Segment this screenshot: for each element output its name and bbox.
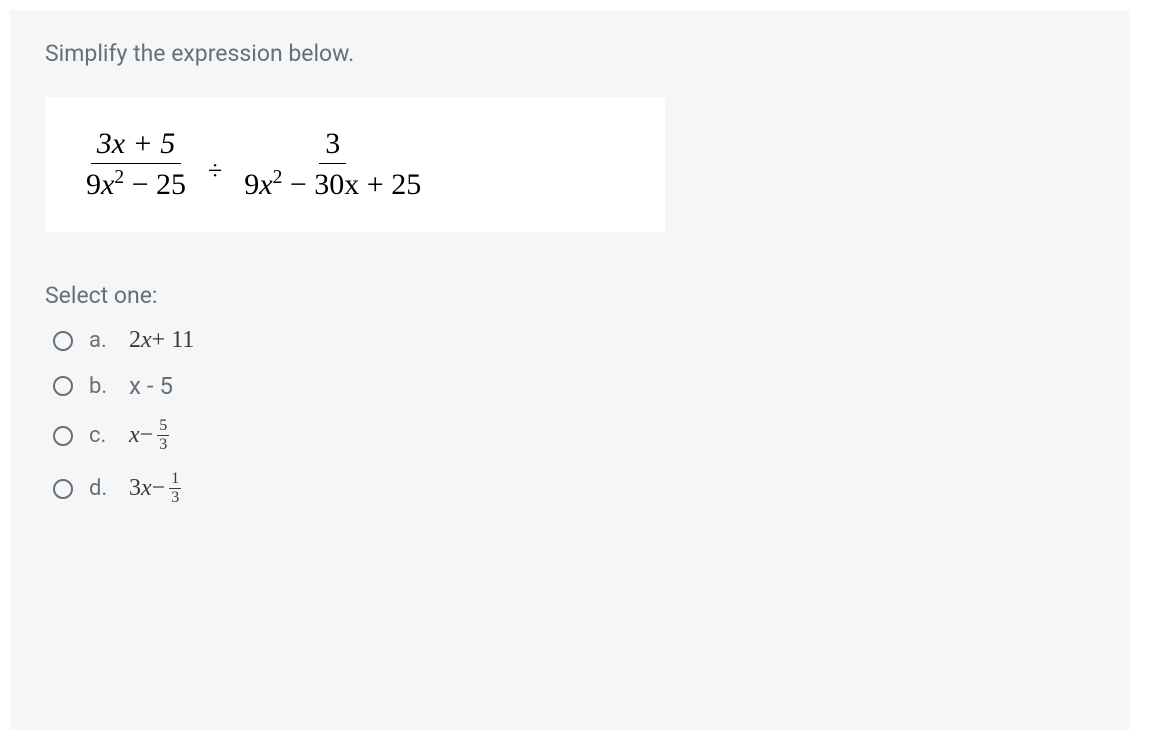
fraction-right-numerator: 3 bbox=[319, 127, 346, 164]
option-a-radio[interactable] bbox=[53, 331, 73, 351]
option-b-letter: b. bbox=[89, 374, 113, 399]
options-list: a. 2x + 11 b. x - 5 c. x − 5 3 d. 3x − bbox=[45, 327, 1095, 506]
math-expression: 3x + 5 9x2 − 25 ÷ 3 9x2 − 30x + 25 bbox=[80, 127, 630, 202]
option-a-content: 2x + 11 bbox=[129, 327, 194, 354]
question-prompt: Simplify the expression below. bbox=[45, 40, 1095, 67]
fraction-right-denominator: 9x2 − 30x + 25 bbox=[238, 164, 427, 202]
option-d[interactable]: d. 3x − 1 3 bbox=[53, 471, 1095, 506]
option-b[interactable]: b. x - 5 bbox=[53, 372, 1095, 400]
option-b-content: x - 5 bbox=[129, 372, 173, 400]
fraction-right: 3 9x2 − 30x + 25 bbox=[238, 127, 427, 202]
fraction-left-numerator: 3x + 5 bbox=[91, 127, 182, 164]
option-d-radio[interactable] bbox=[53, 479, 73, 499]
option-d-fraction: 1 3 bbox=[169, 471, 181, 506]
option-c[interactable]: c. x − 5 3 bbox=[53, 418, 1095, 453]
question-card: Simplify the expression below. 3x + 5 9x… bbox=[10, 10, 1130, 730]
option-c-radio[interactable] bbox=[53, 426, 73, 446]
fraction-left-denominator: 9x2 − 25 bbox=[80, 164, 192, 202]
option-b-radio[interactable] bbox=[53, 376, 73, 396]
select-one-label: Select one: bbox=[45, 282, 1095, 309]
fraction-left: 3x + 5 9x2 − 25 bbox=[80, 127, 192, 202]
expression-box: 3x + 5 9x2 − 25 ÷ 3 9x2 − 30x + 25 bbox=[45, 97, 665, 232]
option-a[interactable]: a. 2x + 11 bbox=[53, 327, 1095, 354]
division-operator: ÷ bbox=[204, 156, 226, 186]
option-c-content: x − 5 3 bbox=[129, 418, 169, 453]
option-d-letter: d. bbox=[89, 476, 113, 501]
option-c-letter: c. bbox=[89, 423, 113, 448]
option-a-letter: a. bbox=[89, 328, 113, 353]
option-d-content: 3x − 1 3 bbox=[129, 471, 181, 506]
option-c-fraction: 5 3 bbox=[157, 418, 169, 453]
